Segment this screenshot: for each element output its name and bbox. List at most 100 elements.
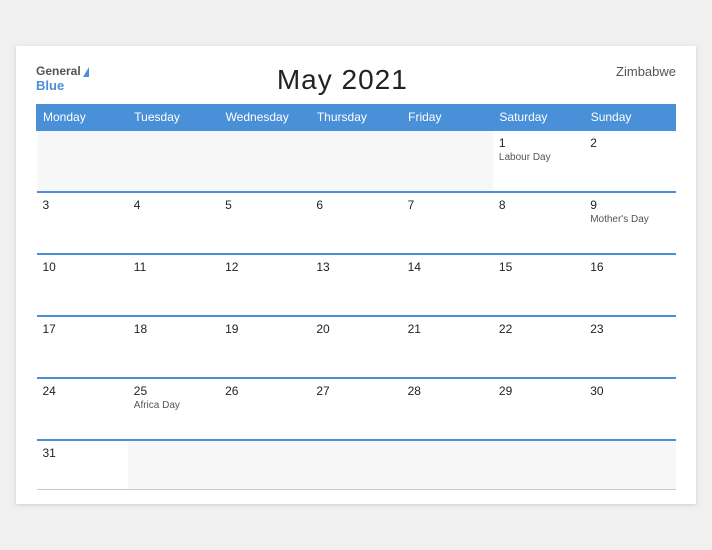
week-row-3: 17 18 19 20 21 22 23 xyxy=(37,316,676,378)
day-number: 7 xyxy=(408,198,487,212)
day-number: 27 xyxy=(316,384,395,398)
day-header-row: Monday Tuesday Wednesday Thursday Friday… xyxy=(37,104,676,130)
day-cell xyxy=(128,130,219,192)
day-cell xyxy=(493,440,584,490)
day-cell: 4 xyxy=(128,192,219,254)
day-number: 29 xyxy=(499,384,578,398)
day-number: 4 xyxy=(134,198,213,212)
day-cell xyxy=(128,440,219,490)
week-row-0: 1 Labour Day 2 xyxy=(37,130,676,192)
day-number: 13 xyxy=(316,260,395,274)
day-number: 31 xyxy=(43,446,122,460)
day-number: 6 xyxy=(316,198,395,212)
col-wednesday: Wednesday xyxy=(219,104,310,130)
day-cell xyxy=(584,440,675,490)
day-cell: 27 xyxy=(310,378,401,440)
day-cell: 13 xyxy=(310,254,401,316)
day-cell: 15 xyxy=(493,254,584,316)
day-number: 2 xyxy=(590,136,669,150)
day-cell xyxy=(219,440,310,490)
day-number: 16 xyxy=(590,260,669,274)
month-year-title: May 2021 xyxy=(277,64,408,95)
week-row-5: 31 xyxy=(37,440,676,490)
day-number: 10 xyxy=(43,260,122,274)
week-row-4: 24 25 Africa Day 26 27 28 29 30 xyxy=(37,378,676,440)
day-cell: 17 xyxy=(37,316,128,378)
day-cell: 20 xyxy=(310,316,401,378)
day-cell: 19 xyxy=(219,316,310,378)
day-cell: 24 xyxy=(37,378,128,440)
day-number: 28 xyxy=(408,384,487,398)
day-number: 12 xyxy=(225,260,304,274)
day-number: 17 xyxy=(43,322,122,336)
day-cell: 5 xyxy=(219,192,310,254)
day-number: 9 xyxy=(590,198,669,212)
col-sunday: Sunday xyxy=(584,104,675,130)
day-number: 5 xyxy=(225,198,304,212)
day-cell: 22 xyxy=(493,316,584,378)
holiday-label: Labour Day xyxy=(499,152,578,163)
day-cell: 30 xyxy=(584,378,675,440)
holiday-label: Africa Day xyxy=(134,400,213,411)
col-tuesday: Tuesday xyxy=(128,104,219,130)
logo-blue: Blue xyxy=(36,78,89,94)
day-cell: 21 xyxy=(402,316,493,378)
day-cell: 23 xyxy=(584,316,675,378)
holiday-label: Mother's Day xyxy=(590,214,669,225)
day-cell: 31 xyxy=(37,440,128,490)
day-cell xyxy=(219,130,310,192)
day-cell: 7 xyxy=(402,192,493,254)
calendar-table: Monday Tuesday Wednesday Thursday Friday… xyxy=(36,104,676,491)
logo: General Blue xyxy=(36,64,89,94)
col-saturday: Saturday xyxy=(493,104,584,130)
day-cell: 1 Labour Day xyxy=(493,130,584,192)
day-cell: 9 Mother's Day xyxy=(584,192,675,254)
day-number: 20 xyxy=(316,322,395,336)
day-cell xyxy=(37,130,128,192)
logo-general: General xyxy=(36,64,89,78)
day-number: 1 xyxy=(499,136,578,150)
day-number: 30 xyxy=(590,384,669,398)
day-number: 11 xyxy=(134,260,213,274)
day-number: 14 xyxy=(408,260,487,274)
calendar-wrapper: General Blue May 2021 Zimbabwe Monday Tu… xyxy=(16,46,696,505)
day-cell: 14 xyxy=(402,254,493,316)
day-cell: 10 xyxy=(37,254,128,316)
day-number: 18 xyxy=(134,322,213,336)
calendar-body: 1Labour Day23456789Mother's Day101112131… xyxy=(37,130,676,490)
day-cell: 26 xyxy=(219,378,310,440)
day-cell xyxy=(310,440,401,490)
col-thursday: Thursday xyxy=(310,104,401,130)
day-number: 19 xyxy=(225,322,304,336)
day-number: 24 xyxy=(43,384,122,398)
day-cell xyxy=(402,440,493,490)
day-cell xyxy=(310,130,401,192)
day-cell: 28 xyxy=(402,378,493,440)
day-cell: 18 xyxy=(128,316,219,378)
week-row-1: 3456789 Mother's Day xyxy=(37,192,676,254)
day-number: 26 xyxy=(225,384,304,398)
day-number: 15 xyxy=(499,260,578,274)
title-section: May 2021 xyxy=(89,64,596,96)
day-cell: 25 Africa Day xyxy=(128,378,219,440)
week-row-2: 10 11 12 13 14 15 16 xyxy=(37,254,676,316)
col-monday: Monday xyxy=(37,104,128,130)
day-number: 3 xyxy=(43,198,122,212)
calendar-header: General Blue May 2021 Zimbabwe xyxy=(36,64,676,96)
day-number: 25 xyxy=(134,384,213,398)
day-cell: 3 xyxy=(37,192,128,254)
day-cell: 29 xyxy=(493,378,584,440)
day-number: 8 xyxy=(499,198,578,212)
col-friday: Friday xyxy=(402,104,493,130)
country-label: Zimbabwe xyxy=(596,64,676,79)
day-cell: 6 xyxy=(310,192,401,254)
day-number: 22 xyxy=(499,322,578,336)
day-cell xyxy=(402,130,493,192)
day-cell: 2 xyxy=(584,130,675,192)
day-cell: 16 xyxy=(584,254,675,316)
day-number: 21 xyxy=(408,322,487,336)
day-cell: 8 xyxy=(493,192,584,254)
day-number: 23 xyxy=(590,322,669,336)
day-cell: 11 xyxy=(128,254,219,316)
day-cell: 12 xyxy=(219,254,310,316)
